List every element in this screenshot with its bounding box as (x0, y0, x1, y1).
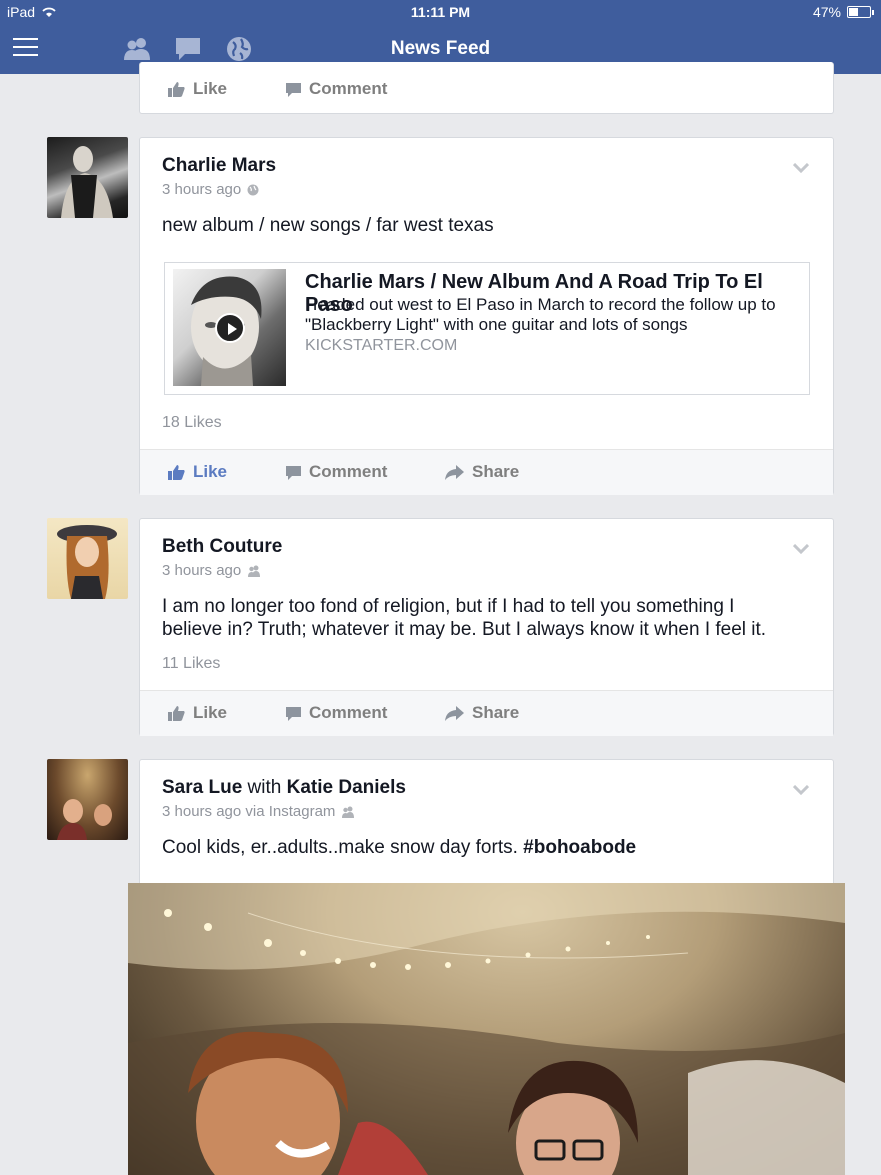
timestamp[interactable]: 3 hours ago (162, 562, 241, 579)
friends-icon (248, 565, 261, 577)
post-actions: Like Comment Share (140, 690, 833, 736)
comment-button[interactable]: Comment (286, 703, 387, 723)
post-meta: 3 hours ago (162, 562, 261, 579)
link-thumbnail (173, 269, 286, 386)
comment-icon (286, 82, 301, 97)
like-button[interactable]: Like (168, 462, 227, 482)
avatar-image (61, 146, 113, 218)
share-arrow-icon (445, 705, 464, 721)
link-description: Headed out west to El Paso in March to r… (305, 295, 776, 334)
timestamp[interactable]: 3 hours ago (162, 181, 241, 198)
share-button[interactable]: Share (445, 703, 519, 723)
comment-button[interactable]: Comment (286, 79, 387, 99)
post-text: I am no longer too fond of religion, but… (162, 596, 767, 640)
author-name[interactable]: Sara Lue (162, 777, 242, 798)
share-button[interactable]: Share (445, 462, 519, 482)
comment-button[interactable]: Comment (286, 462, 387, 482)
post-meta: 3 hours ago (162, 181, 259, 198)
battery-percent: 47% (812, 4, 841, 20)
comment-icon (286, 706, 301, 721)
friends-icon (342, 806, 355, 818)
previous-post-card: Like Comment (139, 62, 834, 114)
avatar-image (57, 525, 117, 599)
post-text: new album / new songs / far west texas (162, 215, 494, 236)
avatar-charlie-mars[interactable] (47, 137, 128, 218)
post-text: Cool kids, er..adults..make snow day for… (162, 837, 637, 858)
chevron-down-icon[interactable] (793, 544, 809, 554)
like-button[interactable]: Like (168, 79, 227, 99)
author-name[interactable]: Charlie Mars (162, 155, 276, 177)
post-meta: 3 hours ago via Instagram (162, 803, 355, 820)
hashtag-link[interactable]: #bohoabode (523, 837, 636, 858)
like-count[interactable]: 11 Likes (162, 655, 220, 673)
post-card-charlie-mars: Charlie Mars 3 hours ago new album / new… (139, 137, 834, 495)
thumbs-up-icon (168, 465, 185, 480)
like-count[interactable]: 18 Likes (162, 414, 222, 432)
thumbs-up-icon (168, 82, 185, 97)
thumbs-up-icon (168, 706, 185, 721)
link-domain: KICKSTARTER.COM (305, 337, 458, 354)
comment-icon (286, 465, 301, 480)
share-arrow-icon (445, 464, 464, 480)
status-bar: iPad 11:11 PM 47% (0, 0, 881, 24)
avatar-sara-lue[interactable] (47, 759, 128, 840)
timestamp[interactable]: 3 hours ago via Instagram (162, 803, 335, 820)
author-name[interactable]: Beth Couture (162, 536, 282, 558)
post-photo[interactable] (128, 883, 845, 1175)
battery-icon (847, 6, 874, 18)
with-label: with (247, 777, 282, 798)
like-button[interactable]: Like (168, 703, 227, 723)
avatar-image (57, 799, 112, 840)
tagged-name[interactable]: Katie Daniels (287, 777, 406, 798)
clock: 11:11 PM (410, 4, 471, 20)
link-preview[interactable]: Charlie Mars / New Album And A Road Trip… (164, 262, 810, 395)
avatar-beth-couture[interactable] (47, 518, 128, 599)
author-line: Sara Lue with Katie Daniels (162, 777, 406, 799)
post-card-beth-couture: Beth Couture 3 hours ago I am no longer … (139, 518, 834, 736)
chevron-down-icon[interactable] (793, 163, 809, 173)
post-actions: Like Comment Share (140, 449, 833, 495)
page-title: News Feed (390, 38, 491, 59)
chevron-down-icon[interactable] (793, 785, 809, 795)
play-video-icon[interactable] (215, 313, 245, 343)
globe-icon (247, 184, 259, 195)
